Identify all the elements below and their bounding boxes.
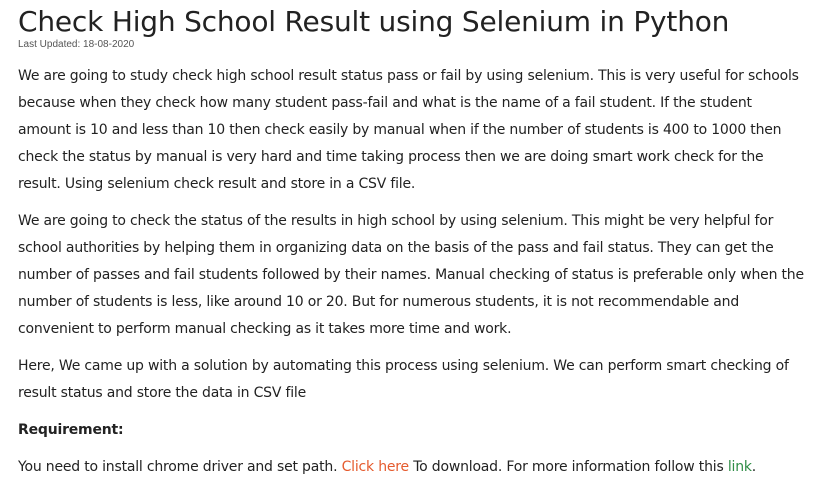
install-text-middle: To download. For more information follow… [408,459,728,475]
last-updated-date: Last Updated: 18-08-2020 [18,39,135,50]
install-text-after: . [751,459,757,475]
page-title: Check High School Result using Selenium … [18,5,730,38]
install-paragraph: You need to install chrome driver and se… [18,454,808,481]
requirement-heading: Requirement: [18,422,124,438]
install-text-before: You need to install chrome driver and se… [18,459,342,475]
status-paragraph: We are going to check the status of the … [18,213,804,337]
article-content: Check High School Result using Selenium … [18,0,808,481]
click-here-link[interactable]: Click here [342,459,410,475]
more-info-link[interactable]: link [728,459,752,475]
solution-paragraph: Here, We came up with a solution by auto… [18,358,789,401]
intro-paragraph: We are going to study check high school … [18,68,799,192]
